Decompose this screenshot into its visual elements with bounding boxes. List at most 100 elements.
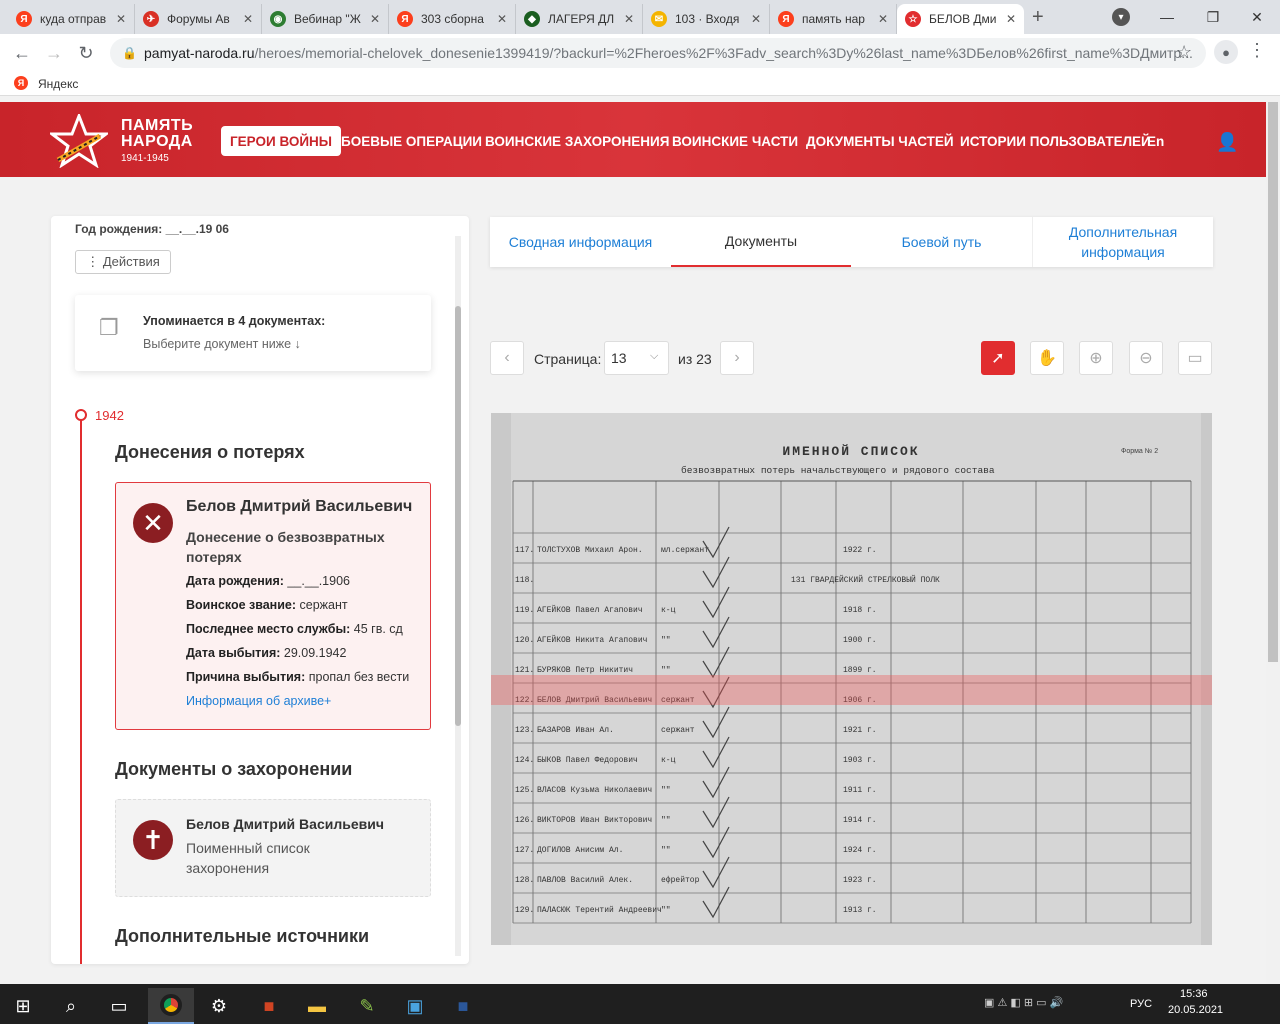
tab-close-icon[interactable]: ✕ [878,12,888,26]
tab-documents[interactable]: Документы [671,217,851,267]
nav-heroes[interactable]: ГЕРОИ ВОЙНЫ [221,126,342,156]
row-rank: "" [661,636,671,645]
next-page-button[interactable]: › [720,341,754,375]
pointer-tool-icon[interactable]: ➚ [981,341,1015,375]
menu-icon[interactable]: ⋮ [1248,40,1266,61]
row-number: 128. [515,876,534,885]
tab-close-icon[interactable]: ✕ [751,12,761,26]
nav-unit-docs[interactable]: ДОКУМЕНТЫ ЧАСТЕЙ [806,126,954,156]
windows-start-icon[interactable]: ⊞ [0,988,46,1024]
rank-label: Воинское звание: [186,598,297,612]
rank-value: сержант [296,598,348,612]
browser-tab[interactable]: ◆ ЛАГЕРЯ ДЛ ✕ [516,4,643,34]
tab-search-icon[interactable]: ▾ [1112,8,1130,26]
search-icon[interactable]: ⌕ [48,988,94,1024]
page-select[interactable]: 13 ⌵ [604,341,669,375]
nav-language[interactable]: En [1147,126,1164,156]
logo-text[interactable]: ПАМЯТЬ НАРОДА [121,118,193,150]
user-icon[interactable]: 👤 [1216,132,1238,153]
browser-tab[interactable]: Якуда отправ ✕ [8,4,135,34]
chrome-icon[interactable] [148,988,194,1024]
language-indicator[interactable]: РУС [1130,998,1152,1010]
tab-close-icon[interactable]: ✕ [497,12,507,26]
browser-tab[interactable]: ✈ Форумы Ав ✕ [135,4,262,34]
chevron-down-icon: ⌵ [650,350,659,362]
tab-title: БЕЛОВ Дми [929,12,997,26]
profile-icon[interactable]: ● [1214,40,1238,64]
row-rank: 131 ГВАРДЕЙСКИЙ СТРЕЛКОВЫЙ ПОЛК [791,575,940,585]
scanned-document[interactable]: ИМЕННОЙ СПИСОК безвозвратных потерь нача… [491,413,1212,945]
paint-icon[interactable]: ✎ [344,988,390,1024]
cross-grave-icon: ✝ [133,820,173,860]
tab-title: Вебинар "Ж [294,12,361,26]
tray-icons[interactable]: ▣ ⚠ ◧ ⊞ ▭ 🔊 [984,996,1063,1009]
bookmark-star-icon[interactable]: ☆ [1176,42,1192,63]
tab-close-icon[interactable]: ✕ [116,12,126,26]
hand-tool-icon[interactable]: ✋ [1030,341,1064,375]
clock-date[interactable]: 20.05.2021 [1168,1004,1223,1016]
tab-close-icon[interactable]: ✕ [624,12,634,26]
restore-icon[interactable]: ❐ [1190,0,1236,34]
loss-report-card[interactable]: ✕ Белов Дмитрий Васильевич Донесение о б… [115,482,431,730]
row-rank: "" [661,906,671,915]
reason-value: пропал без вести [305,670,410,684]
address-bar[interactable]: 🔒 pamyat-naroda.ru/heroes/memorial-chelo… [110,38,1206,68]
back-icon[interactable]: ← [10,42,34,64]
panel-scrollbar-thumb[interactable] [455,306,461,726]
tab-combat-path[interactable]: Боевой путь [851,217,1032,267]
tab-additional[interactable]: Дополнительная информация [1032,217,1213,267]
task-view-icon[interactable]: ▭ [96,988,142,1024]
logo-star-icon[interactable] [50,114,108,168]
tab-close-icon[interactable]: ✕ [1006,12,1016,26]
tab-favicon-icon: ☆ [905,11,921,27]
browser-tab[interactable]: ☆ БЕЛОВ Дми ✕ [897,4,1024,34]
fullscreen-icon[interactable]: ▭ [1178,341,1212,375]
browser-toolbar: ← → ↻ 🔒 pamyat-naroda.ru/heroes/memorial… [0,34,1280,72]
minimize-icon[interactable]: — [1144,0,1190,34]
prev-page-button[interactable]: ‹ [490,341,524,375]
row-birth-year: 1900 г. [843,636,877,645]
highlighted-row [491,675,1212,705]
zoom-out-icon[interactable]: ⊖ [1129,341,1163,375]
photos-icon[interactable]: ▣ [392,988,438,1024]
tab-title: 303 сборна [421,12,484,26]
panel-scrollbar[interactable] [455,236,461,956]
tab-summary[interactable]: Сводная информация [490,217,671,267]
new-tab-button[interactable]: + [1032,6,1044,29]
row-name: ДОГИЛОВ Анисим Ал. [537,846,623,855]
archive-info-link[interactable]: Информация об архиве+ [186,694,331,708]
file-explorer-icon[interactable]: ▬ [294,988,340,1024]
nav-burials[interactable]: ВОИНСКИЕ ЗАХОРОНЕНИЯ [485,126,669,156]
nav-units[interactable]: ВОИНСКИЕ ЧАСТИ [672,126,798,156]
tab-close-icon[interactable]: ✕ [243,12,253,26]
tab-close-icon[interactable]: ✕ [370,12,380,26]
zoom-in-icon[interactable]: ⊕ [1079,341,1113,375]
browser-tab[interactable]: Япамять нар ✕ [770,4,897,34]
clock-time[interactable]: 15:36 [1180,988,1208,1000]
actions-button[interactable]: ⋮ Действия [75,250,171,274]
reload-icon[interactable]: ↻ [74,42,98,64]
tab-favicon-icon: ✉ [651,11,667,27]
birth-date-value: __.__.1906 [283,574,350,588]
page-scrollbar-thumb[interactable] [1268,102,1278,662]
reason-label: Причина выбытия: [186,670,306,684]
powerpoint-icon[interactable]: ■ [246,988,292,1024]
row-birth-year: 1921 г. [843,726,877,735]
service-label: Последнее место службы: [186,622,351,636]
word-icon[interactable]: ■ [440,988,486,1024]
burial-doc-card[interactable]: ✝ Белов Дмитрий Васильевич Поименный спи… [115,799,431,897]
nav-operations[interactable]: БОЕВЫЕ ОПЕРАЦИИ [341,126,482,156]
forward-icon[interactable]: → [42,42,66,64]
tools-app-icon[interactable]: ⚙ [196,988,242,1024]
row-number: 121. [515,666,534,675]
row-number: 126. [515,816,534,825]
page-scrollbar[interactable] [1266,102,1280,984]
browser-tab[interactable]: Я 303 сборна ✕ [389,4,516,34]
bookmark-yandex[interactable]: Яндекс [38,77,78,91]
row-name: АГЕЙКОВ Никита Агапович [537,635,647,645]
browser-tab[interactable]: ✉ 103 · Входя ✕ [643,4,770,34]
mention-card: ❐ Упоминается в 4 документах: Выберите д… [75,295,431,371]
close-window-icon[interactable]: ✕ [1234,0,1280,34]
browser-tab[interactable]: ◉ Вебинар "Ж ✕ [262,4,389,34]
nav-user-stories[interactable]: ИСТОРИИ ПОЛЬЗОВАТЕЛЕЙ [960,126,1151,156]
